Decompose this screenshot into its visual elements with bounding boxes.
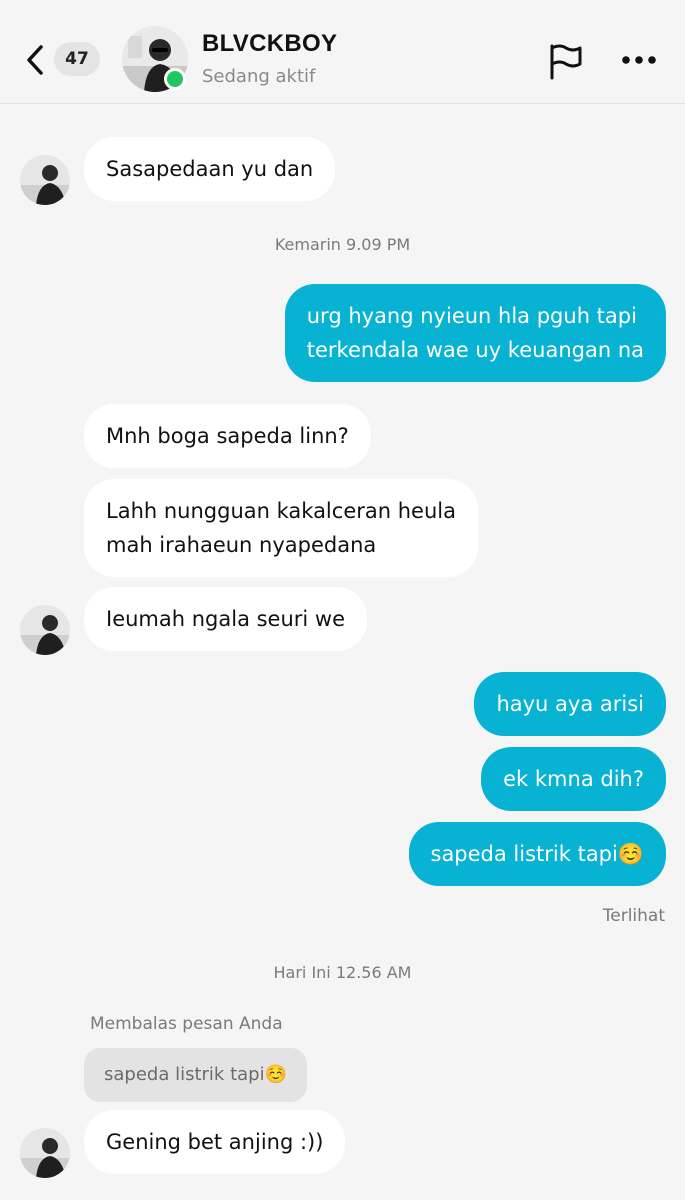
sender-avatar[interactable] bbox=[20, 155, 70, 205]
unread-count-badge[interactable]: 47 bbox=[54, 42, 100, 76]
report-button[interactable] bbox=[546, 42, 586, 82]
sender-avatar[interactable] bbox=[20, 605, 70, 655]
incoming-message[interactable]: Mnh boga sapeda linn? bbox=[84, 404, 371, 468]
outgoing-message[interactable]: hayu aya arisi bbox=[474, 672, 666, 736]
outgoing-message[interactable]: sapeda listrik tapi☺️ bbox=[408, 822, 666, 886]
online-indicator bbox=[164, 68, 186, 90]
quoted-message[interactable]: sapeda listrik tapi☺️ bbox=[84, 1048, 307, 1102]
incoming-message[interactable]: Lahh nungguan kakalceran heula mah iraha… bbox=[84, 479, 478, 577]
back-button[interactable] bbox=[22, 42, 48, 78]
chevron-left-icon bbox=[27, 45, 43, 75]
incoming-message[interactable]: Ieumah ngala seuri we bbox=[84, 587, 368, 651]
sender-avatar[interactable] bbox=[20, 1128, 70, 1178]
message-timestamp: Kemarin 9.09 PM bbox=[274, 235, 411, 254]
outgoing-message[interactable]: ek kmna dih? bbox=[481, 747, 666, 811]
contact-status: Sedang aktif bbox=[202, 66, 316, 87]
message-timestamp: Hari Ini 12.56 AM bbox=[273, 963, 412, 982]
contact-name[interactable]: BLVCKBOY bbox=[202, 30, 337, 58]
chat-header: 47 BLVCKBOY Sedang aktif bbox=[0, 0, 685, 104]
more-horizontal-icon bbox=[622, 56, 656, 64]
flag-icon bbox=[550, 44, 582, 80]
reply-label: Membalas pesan Anda bbox=[90, 1014, 283, 1034]
seen-indicator: Terlihat bbox=[602, 906, 665, 926]
more-options-button[interactable] bbox=[616, 42, 662, 78]
incoming-message[interactable]: Sasapedaan yu dan bbox=[84, 137, 336, 201]
outgoing-message[interactable]: urg hyang nyieun hla pguh tapi terkendal… bbox=[284, 284, 666, 382]
incoming-message[interactable]: Gening bet anjing :)) bbox=[84, 1110, 346, 1174]
